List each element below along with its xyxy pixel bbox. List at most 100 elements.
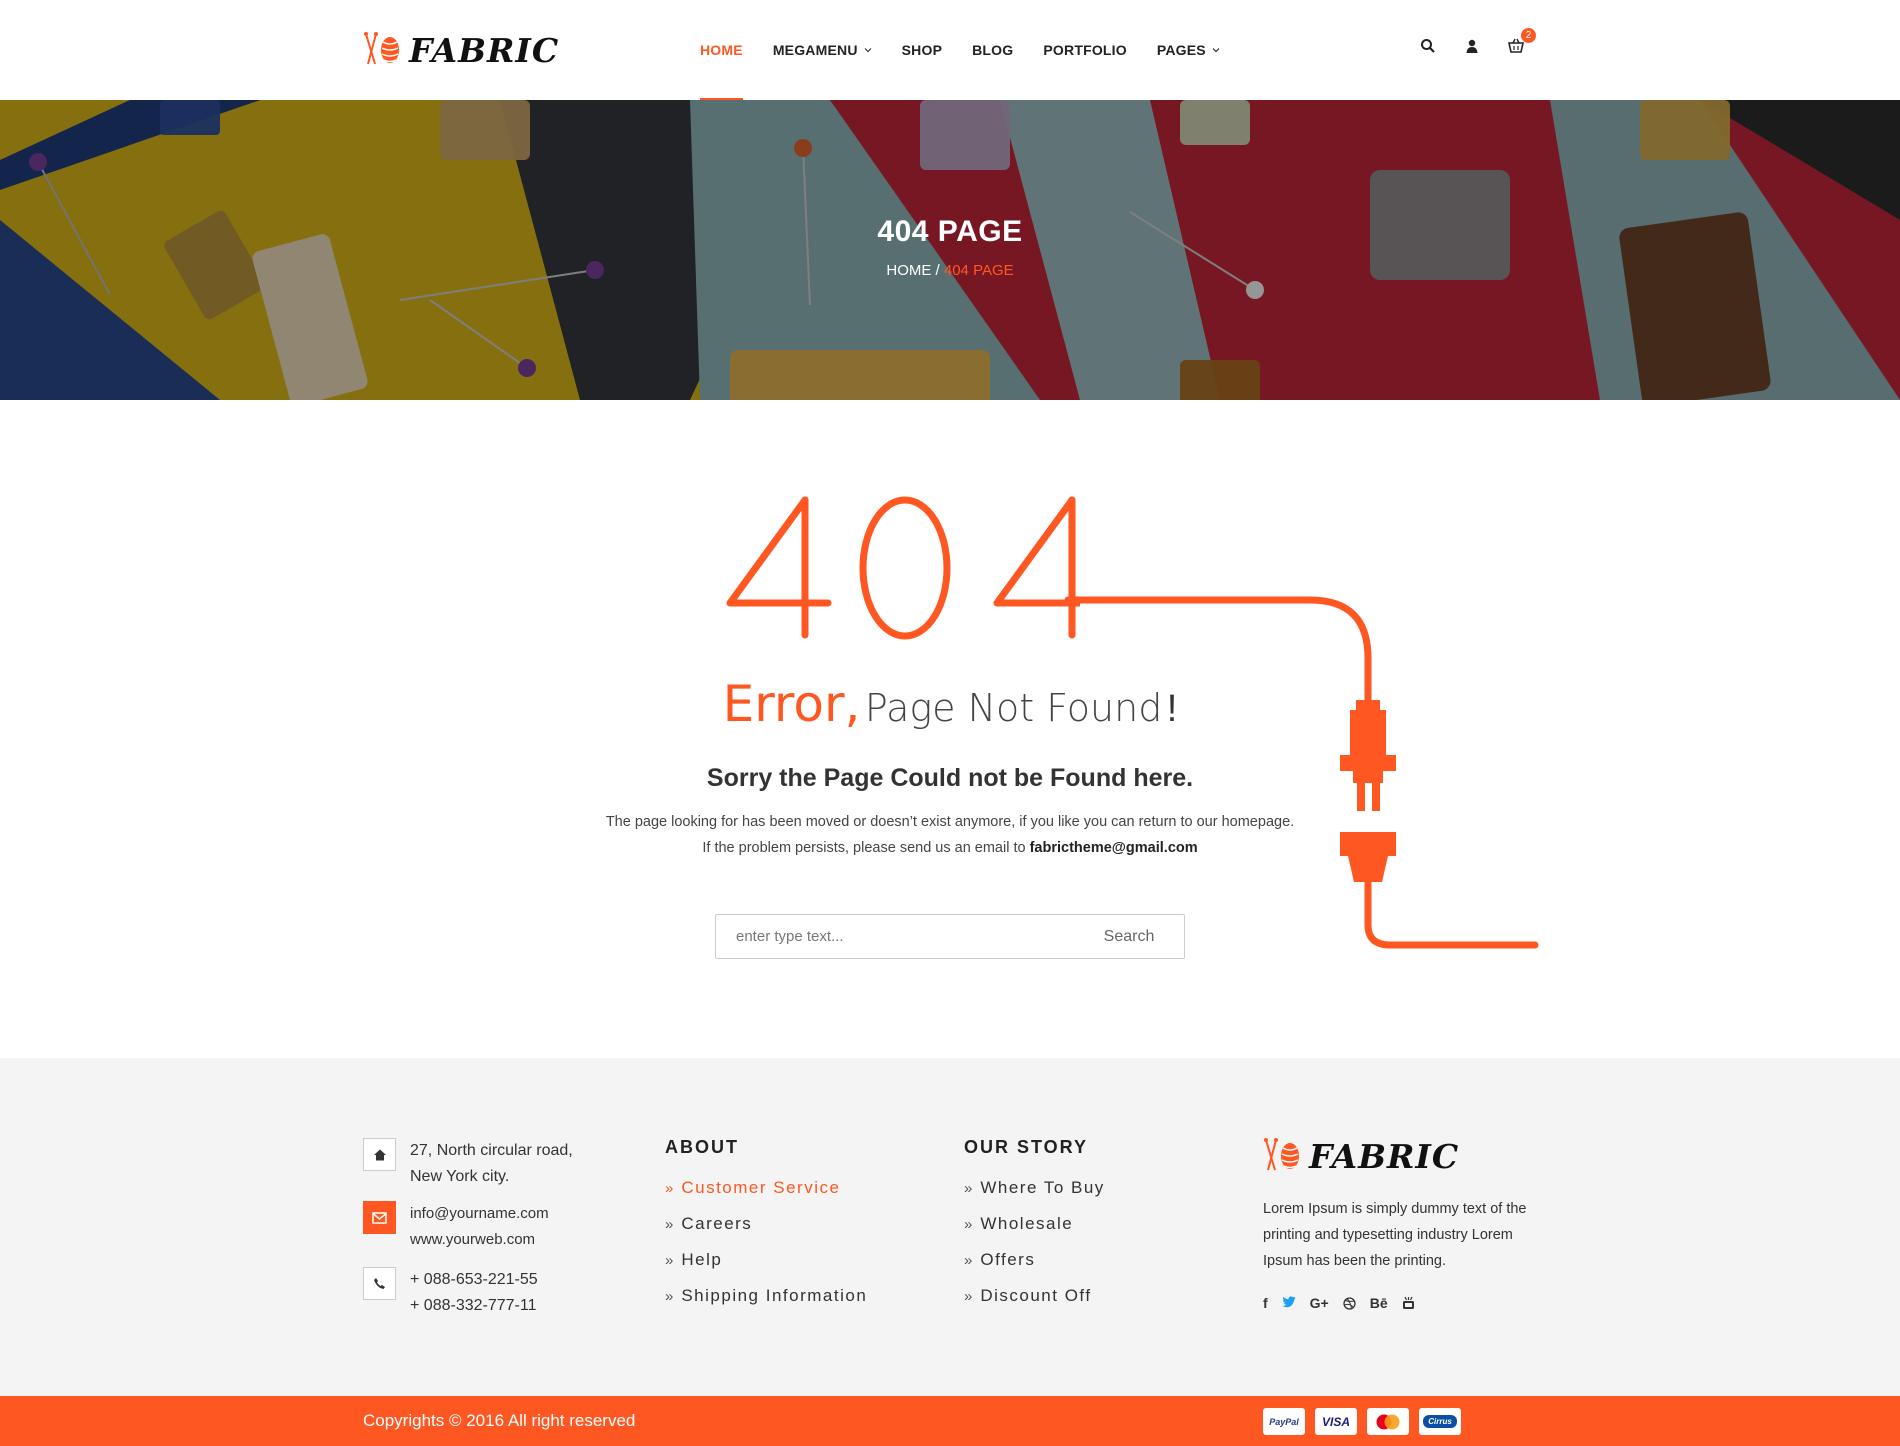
search-icon[interactable]: [1420, 38, 1436, 54]
footer-logo-text: FABRIC: [1309, 1136, 1460, 1176]
double-chevron-right-icon: »: [665, 1251, 674, 1269]
copyright-bar: Copyrights © 2016 All right reserved Pay…: [0, 1396, 1900, 1446]
footer-link-help[interactable]: » Help: [665, 1242, 867, 1278]
dribbble-icon[interactable]: [1343, 1296, 1356, 1310]
sorry-heading: Sorry the Page Could not be Found here.: [706, 764, 1194, 792]
behance-icon[interactable]: Bē: [1370, 1295, 1388, 1311]
chevron-down-icon: [864, 48, 872, 53]
chevron-down-icon: [1212, 48, 1220, 53]
address-block: 27, North circular road, New York city.: [363, 1138, 573, 1190]
nav-megamenu-label: MEGAMENU: [772, 42, 858, 58]
visa-label: VISA: [1321, 1414, 1350, 1429]
site-logo[interactable]: FABRIC: [363, 30, 559, 70]
cart-button[interactable]: 2: [1508, 28, 1536, 54]
cart-icon: [1508, 38, 1524, 53]
visa-card-icon: VISA: [1315, 1408, 1357, 1435]
double-chevron-right-icon: »: [964, 1251, 973, 1269]
error-word: Error,: [722, 675, 861, 733]
nav-blog-label: BLOG: [972, 42, 1014, 58]
page-banner: 404 PAGE HOME / 404 PAGE: [0, 100, 1900, 400]
link-label: Offers: [980, 1250, 1036, 1269]
header-tools: 2: [1420, 28, 1536, 54]
nav-pages[interactable]: PAGES: [1157, 0, 1220, 100]
yarn-needles-icon: [364, 32, 399, 65]
page-title: 404 PAGE: [877, 215, 1023, 248]
link-label: Where To Buy: [980, 1178, 1105, 1197]
twitter-icon[interactable]: [1281, 1295, 1296, 1311]
phone-1[interactable]: + 088-653-221-55: [410, 1267, 538, 1293]
home-icon: [363, 1138, 396, 1171]
footer-logo[interactable]: FABRIC: [1263, 1136, 1459, 1176]
footer-link-careers[interactable]: » Careers: [665, 1206, 867, 1242]
link-label: Careers: [681, 1214, 753, 1233]
nav-shop[interactable]: SHOP: [902, 0, 942, 100]
cirrus-label: Cirrus: [1423, 1415, 1457, 1428]
cirrus-card-icon: Cirrus: [1419, 1408, 1461, 1435]
search-button[interactable]: Search: [1074, 915, 1184, 958]
youtube-icon[interactable]: [1402, 1296, 1415, 1310]
phone-icon: [363, 1267, 396, 1300]
site-header: FABRIC HOME MEGAMENU SHOP BLOG PORTFOLIO…: [0, 0, 1900, 100]
nav-home[interactable]: HOME: [700, 0, 743, 100]
about-links: » Customer Service » Careers » Help » Shippi…: [665, 1170, 867, 1314]
nav-blog[interactable]: BLOG: [972, 0, 1013, 100]
logo-text: FABRIC: [409, 30, 560, 70]
footer-link-where-to-buy[interactable]: » Where To Buy: [964, 1170, 1105, 1206]
about-column: ABOUT » Customer Service » Careers » Help »…: [665, 1137, 867, 1314]
banner-background-image: [0, 100, 1900, 400]
nav-megamenu[interactable]: MEGAMENU: [773, 0, 872, 100]
nav-shop-label: SHOP: [901, 42, 943, 58]
site-footer: 27, North circular road, New York city. …: [0, 1058, 1900, 1396]
footer-link-discount-off[interactable]: » Discount Off: [964, 1278, 1105, 1314]
yarn-needles-icon: [1264, 1138, 1299, 1171]
double-chevron-right-icon: »: [964, 1215, 973, 1233]
double-chevron-right-icon: »: [665, 1287, 674, 1305]
cart-count-badge: 2: [1521, 28, 1536, 43]
payment-methods: PayPal VISA Cirrus: [1263, 1408, 1461, 1435]
nav-portfolio[interactable]: PORTFOLIO: [1043, 0, 1126, 100]
phone-2[interactable]: + 088-332-777-11: [410, 1293, 538, 1319]
breadcrumb-home[interactable]: HOME: [886, 262, 931, 279]
about-title: ABOUT: [665, 1137, 739, 1157]
nav-portfolio-label: PORTFOLIO: [1043, 42, 1127, 58]
description-line-1: The page looking for has been moved or d…: [605, 814, 1295, 830]
double-chevron-right-icon: »: [665, 1215, 674, 1233]
social-links: f G+ Bē: [1263, 1295, 1415, 1311]
link-label: Help: [681, 1250, 723, 1269]
breadcrumb: HOME / 404 PAGE: [0, 262, 1900, 279]
footer-link-wholesale[interactable]: » Wholesale: [964, 1206, 1105, 1242]
user-icon[interactable]: [1464, 38, 1480, 54]
facebook-icon[interactable]: f: [1263, 1295, 1268, 1311]
footer-description: Lorem Ipsum is simply dummy text of the …: [1263, 1201, 1527, 1269]
footer-email[interactable]: info@yourname.com: [410, 1201, 549, 1227]
our-story-title: OUR STORY: [964, 1137, 1089, 1157]
link-label: Customer Service: [681, 1178, 841, 1197]
our-story-column: OUR STORY » Where To Buy » Wholesale » Offe…: [964, 1137, 1105, 1314]
link-label: Shipping Information: [681, 1286, 868, 1305]
nav-home-label: HOME: [700, 42, 743, 58]
description-line-2: If the problem persists, please send us …: [0, 835, 1900, 861]
error-code-404: [726, 496, 1080, 640]
double-chevron-right-icon: »: [665, 1179, 674, 1197]
double-chevron-right-icon: »: [964, 1287, 973, 1305]
paypal-card-icon: PayPal: [1263, 1408, 1305, 1435]
nav-pages-label: PAGES: [1156, 42, 1206, 58]
mastercard-card-icon: [1367, 1408, 1409, 1435]
footer-website[interactable]: www.yourweb.com: [410, 1227, 549, 1253]
footer-link-customer-service[interactable]: » Customer Service: [665, 1170, 867, 1206]
footer-link-shipping[interactable]: » Shipping Information: [665, 1278, 867, 1314]
search-input[interactable]: [716, 915, 1074, 958]
breadcrumb-current: 404 PAGE: [943, 262, 1014, 279]
footer-link-offers[interactable]: » Offers: [964, 1242, 1105, 1278]
google-plus-icon[interactable]: G+: [1310, 1295, 1329, 1311]
description-line-2-text: If the problem persists, please send us …: [702, 840, 1026, 856]
mastercard-circles: [1376, 1414, 1400, 1429]
search-form: Search: [715, 914, 1185, 959]
envelope-icon: [363, 1201, 396, 1234]
contact-email-link[interactable]: fabrictheme@gmail.com: [1030, 840, 1198, 856]
main-nav: HOME MEGAMENU SHOP BLOG PORTFOLIO PAGES: [700, 0, 1250, 100]
link-label: Wholesale: [980, 1214, 1074, 1233]
copyright-text: Copyrights © 2016 All right reserved: [363, 1411, 636, 1430]
error-exclamation: !: [1166, 688, 1178, 730]
paypal-label: PayPal: [1269, 1416, 1299, 1427]
